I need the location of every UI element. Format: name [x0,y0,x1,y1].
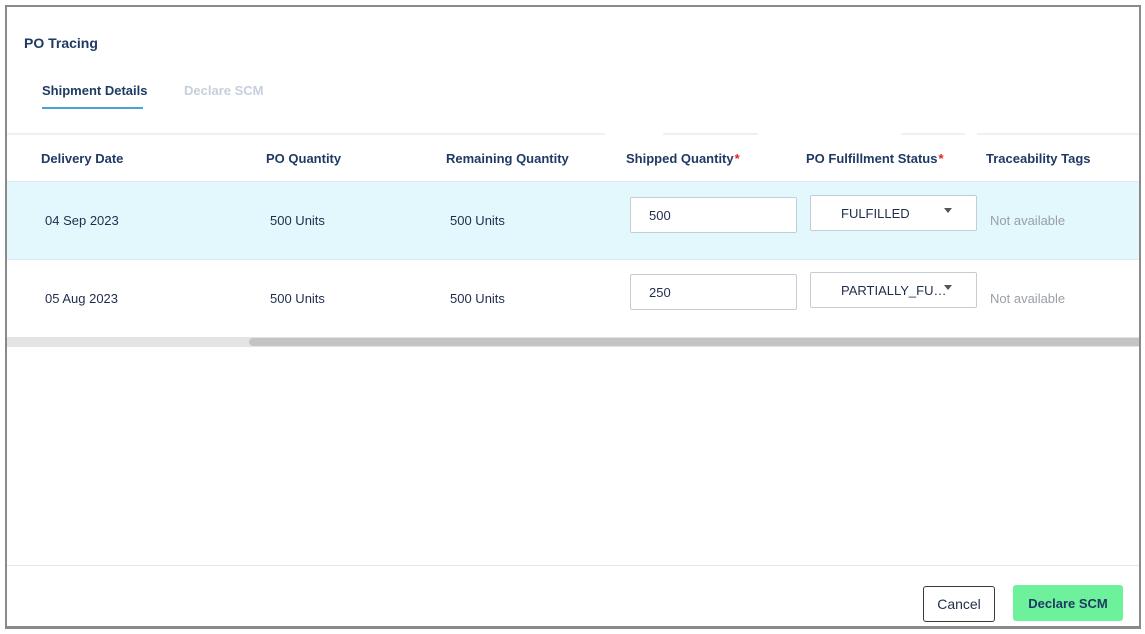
remaining-quantity-cell: 500 Units [450,213,505,228]
column-header-label: PO Quantity [266,151,342,166]
table-row[interactable]: 05 Aug 2023 500 Units 500 Units PARTIALL… [7,260,1139,338]
column-header-remaining-quantity[interactable]: Remaining Quantity [446,151,569,166]
fulfillment-status-select[interactable]: FULFILLED [810,195,977,231]
column-header-po-quantity[interactable]: PO Quantity [266,151,341,166]
selected-status: PARTIALLY_FU… [841,283,947,298]
traceability-tags-cell: Not available [990,213,1066,228]
cancel-button[interactable]: Cancel [923,586,995,622]
po-tracing-dialog: PO Tracing Shipment Details Declare SCM … [5,5,1141,629]
required-marker: * [938,151,944,166]
shipped-quantity-input[interactable] [630,274,797,310]
tab-label: Declare SCM [184,83,264,98]
shipped-quantity-input[interactable] [630,197,797,233]
dialog-title: PO Tracing [24,35,98,51]
delivery-date-cell: 04 Sep 2023 [45,213,119,228]
horizontal-scrollbar[interactable] [7,337,1139,347]
column-header-label: PO Fulfillment Status [806,151,938,166]
declare-scm-button[interactable]: Declare SCM [1013,585,1123,621]
column-header-delivery-date[interactable]: Delivery Date [41,151,123,166]
traceability-tags-cell: Not available [990,291,1066,306]
header-divider [7,133,605,135]
scrollbar-thumb[interactable] [249,338,1139,346]
po-quantity-cell: 500 Units [270,213,325,228]
table-header: Delivery Date PO Quantity Remaining Quan… [7,133,1139,182]
caret-down-icon [944,208,952,213]
header-divider [901,133,965,135]
column-header-label: Remaining Quantity [446,151,569,166]
dialog-footer: Cancel Declare SCM [7,565,1139,626]
caret-down-icon [944,285,952,290]
column-header-label: Traceability Tags [986,151,1091,166]
required-marker: * [734,151,740,166]
column-header-traceability-tags[interactable]: Traceability Tags [986,151,1091,166]
column-header-shipped-quantity[interactable]: Shipped Quantity* [626,151,740,166]
header-divider [977,133,1139,135]
po-quantity-cell: 500 Units [270,291,325,306]
column-header-label: Shipped Quantity [626,151,734,166]
tab-label: Shipment Details [42,83,148,98]
tab-declare-scm[interactable]: Declare SCM [184,83,263,98]
selected-status: FULFILLED [841,206,910,221]
tab-shipment-details[interactable]: Shipment Details [42,83,147,98]
delivery-date-cell: 05 Aug 2023 [45,291,119,306]
table-row[interactable]: 04 Sep 2023 500 Units 500 Units FULFILLE… [7,182,1139,260]
fulfillment-status-select[interactable]: PARTIALLY_FU… [810,272,977,308]
remaining-quantity-cell: 500 Units [450,291,505,306]
column-header-fulfillment-status[interactable]: PO Fulfillment Status* [806,151,944,166]
active-tab-indicator [42,107,143,109]
header-divider [663,133,758,135]
column-header-label: Delivery Date [41,151,124,166]
